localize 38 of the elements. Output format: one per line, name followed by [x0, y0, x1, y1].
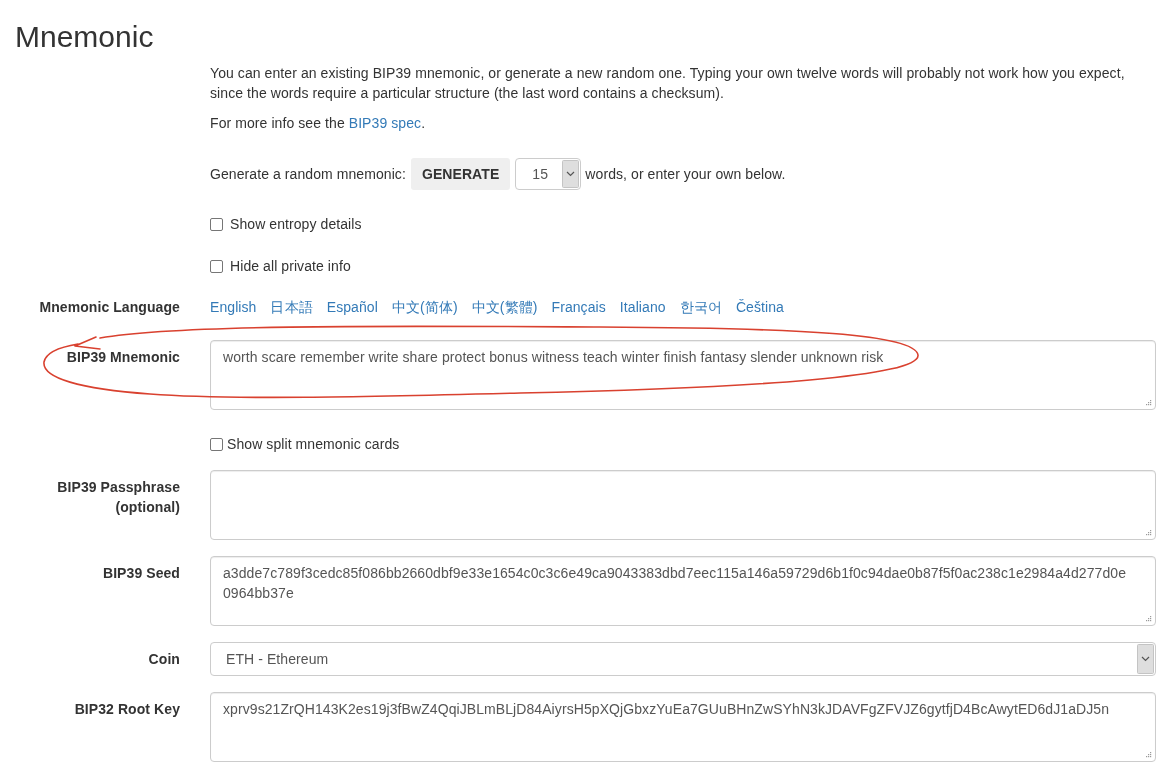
word-count-select[interactable]: 15 [515, 158, 582, 190]
checkbox[interactable] [210, 217, 223, 231]
checkbox-label[interactable]: Show entropy details [230, 214, 362, 234]
language-link[interactable]: 한국어 [679, 297, 722, 317]
chevron-down-icon [562, 160, 580, 188]
checkbox[interactable] [210, 259, 223, 273]
more-info-text: For more info see the BIP39 spec. [210, 114, 427, 133]
field-label: BIP39 Mnemonic [65, 348, 180, 367]
language-link[interactable]: 中文(繁體) [471, 297, 538, 317]
section-title: Mnemonic [15, 20, 155, 53]
language-link[interactable]: 中文(简体) [391, 297, 458, 317]
resize-grip-icon [1145, 615, 1152, 622]
generate-button[interactable]: GENERATE [410, 158, 511, 190]
language-link[interactable]: Italiano [619, 297, 666, 317]
field-label: Mnemonic Language [38, 298, 180, 317]
text-area[interactable]: a3dde7c789f3cedc85f086bb2660dbf9e33e1654c0c3c6e49ca9043383dbd7eec115a146a59729d6b1f0c94dae0b87f5f0ac238c1e2984a4d277d0e0964bb37e [210, 556, 1156, 626]
field-label: Coin [147, 650, 180, 669]
field-label: BIP39 Seed [101, 564, 180, 583]
generate-label: Generate a random mnemonic: [210, 165, 406, 184]
resize-grip-icon [1145, 751, 1152, 758]
language-link[interactable]: English [210, 297, 257, 317]
language-link[interactable]: 日本語 [270, 297, 313, 317]
checkbox-label[interactable]: Hide all private info [230, 256, 351, 276]
text-area[interactable]: worth scare remember write share protect bonus witness teach winter finish fantasy slender unknown risk [210, 340, 1156, 410]
text-area[interactable]: xprv9s21ZrQH143K2es19j3fBwZ4QqiJBLmBLjD84AiyrsH5pXQjGbxzYuEa7GUuBHnZwSYhN3kJDAVFgZFVJZ6gytfjD4BcAwytED6dJ1aDJ5n [210, 692, 1156, 762]
chevron-down-icon [1137, 644, 1154, 674]
checkbox[interactable] [210, 437, 223, 451]
field-label: BIP39 Passphrase (optional) [56, 478, 180, 517]
language-link[interactable]: Español [326, 297, 378, 317]
language-link[interactable]: Français [551, 297, 606, 317]
intro-text: You can enter an existing BIP39 mnemonic, or generate a new random one. Typing your own twelve words will probably not work how you expect, since the words require a particular structure (the last word contains a checksum). [210, 64, 1126, 103]
resize-grip-icon [1145, 399, 1152, 406]
checkbox-label[interactable]: Show split mnemonic cards [227, 434, 400, 454]
generate-hint-text: words, or enter your own below. [585, 165, 786, 184]
language-link[interactable]: Čeština [735, 297, 784, 317]
coin-select[interactable]: ETH - Ethereum [210, 642, 1156, 676]
resize-grip-icon [1145, 529, 1152, 536]
field-label: BIP32 Root Key [73, 700, 180, 719]
